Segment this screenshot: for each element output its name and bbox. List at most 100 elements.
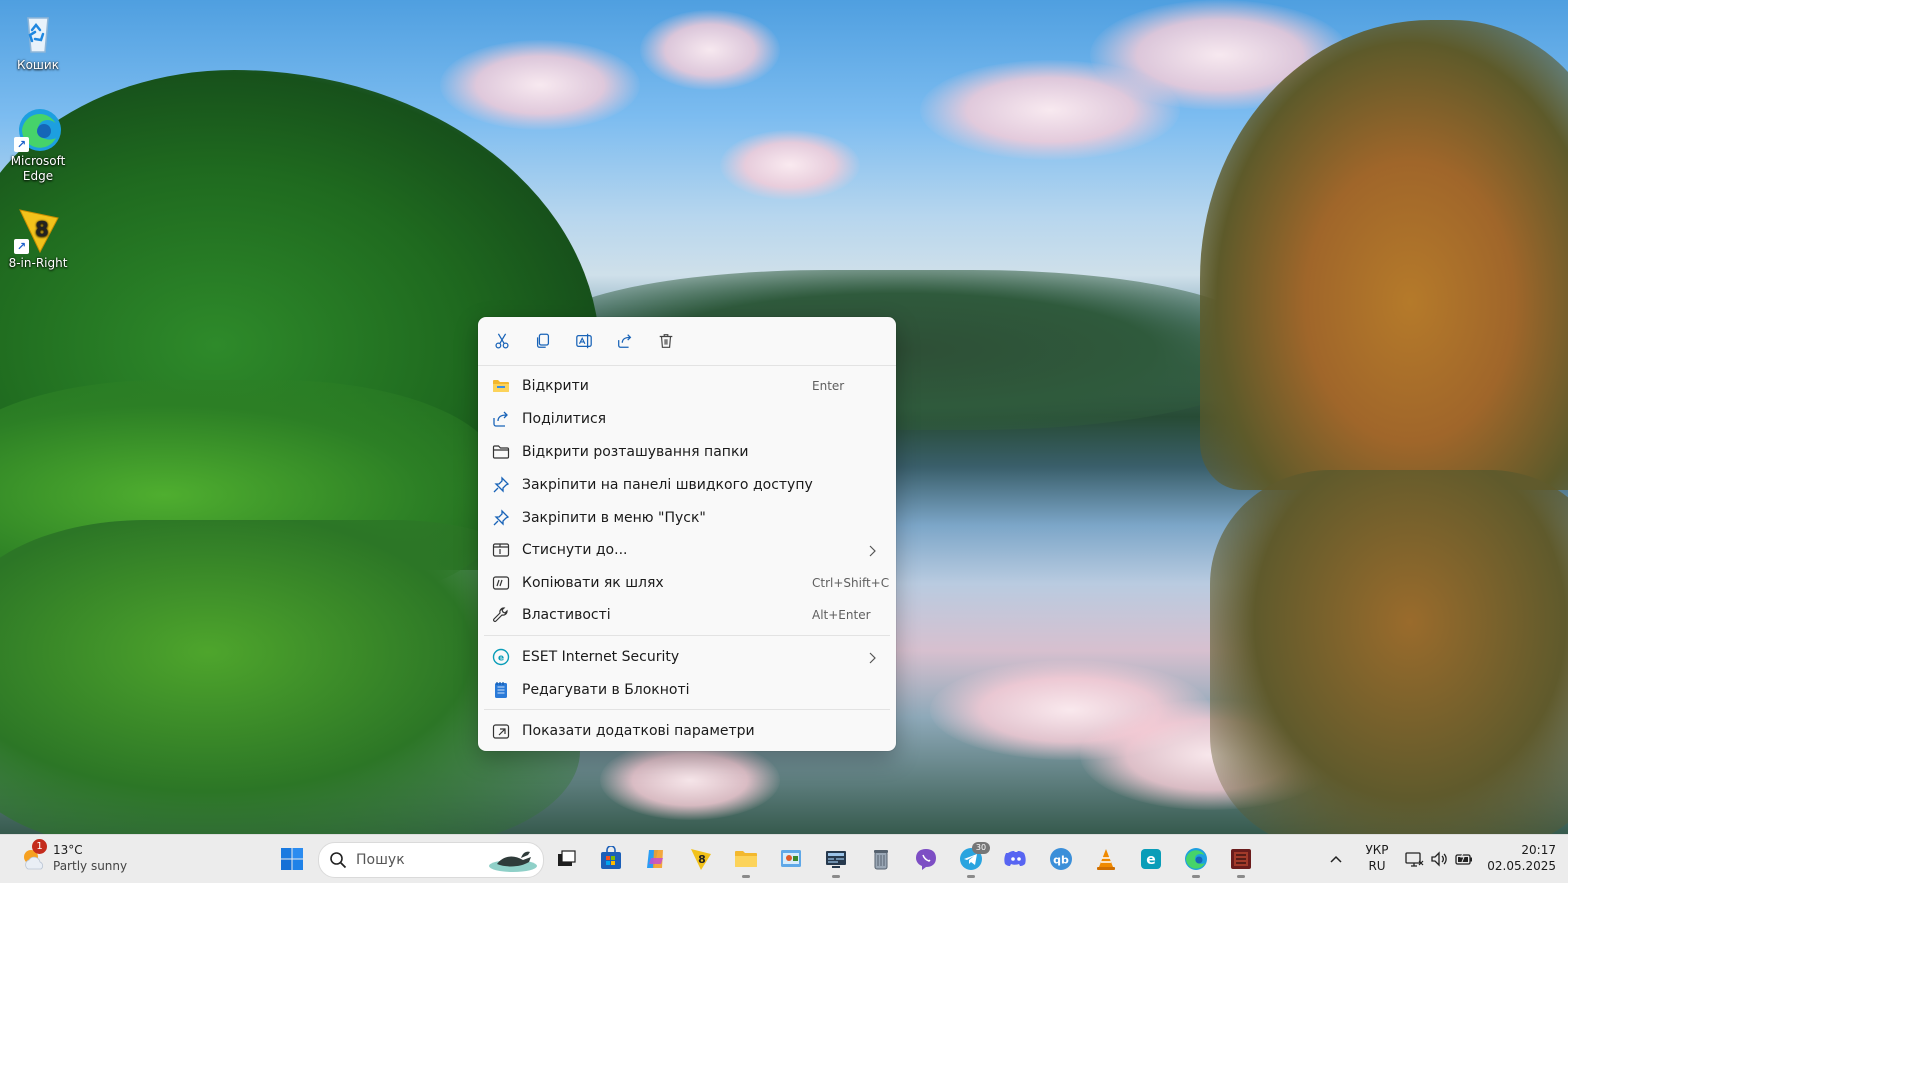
8-in-right-taskbar-button[interactable]: 8 xyxy=(681,839,721,879)
menu-item-open[interactable]: Відкрити Enter xyxy=(484,370,890,402)
folder-icon xyxy=(492,377,510,395)
menu-item-edit-notepad[interactable]: Редагувати в Блокноті xyxy=(484,674,890,706)
edge-icon: ↗ xyxy=(14,104,62,152)
svg-text:8: 8 xyxy=(698,853,706,866)
menu-item-open-folder-location[interactable]: Відкрити розташування папки xyxy=(484,436,890,468)
search-placeholder: Пошук xyxy=(356,852,405,868)
desktop-icon-edge[interactable]: ↗ Microsoft Edge xyxy=(0,104,76,184)
8-in-right-icon: 8 xyxy=(691,849,711,870)
copilot-button[interactable] xyxy=(636,839,676,879)
running-indicator xyxy=(1237,875,1245,878)
wallpaper-cloud xyxy=(640,10,780,90)
taskbar: 1 13°C Partly sunny Пошук 8 30 qb e УКР … xyxy=(0,834,1568,883)
menu-item-label: Закріпити на панелі швидкого доступу xyxy=(522,477,813,493)
menu-item-compress[interactable]: Стиснути до... xyxy=(484,534,890,566)
menu-item-eset[interactable]: e ESET Internet Security xyxy=(484,641,890,673)
svg-text:8: 8 xyxy=(35,217,49,241)
menu-item-label: Відкрити xyxy=(522,378,589,394)
vlc-cone-icon xyxy=(1097,849,1115,870)
weather-temperature: 13°C xyxy=(53,843,83,857)
telegram-button[interactable]: 30 xyxy=(951,839,991,879)
discord-icon xyxy=(1004,851,1026,866)
menu-item-label: ESET Internet Security xyxy=(522,649,680,665)
task-view-button[interactable] xyxy=(546,839,586,879)
menu-item-share[interactable]: Поділитися xyxy=(484,403,890,435)
control-panel-button[interactable] xyxy=(771,839,811,879)
copilot-icon xyxy=(647,850,663,868)
copy-path-icon xyxy=(492,574,510,592)
game-app-button[interactable] xyxy=(1221,839,1261,879)
scissors-icon xyxy=(495,333,509,349)
qbittorrent-button[interactable]: qb xyxy=(1041,839,1081,879)
running-indicator xyxy=(832,875,840,878)
recycle-bin-icon xyxy=(14,8,62,56)
vlc-button[interactable] xyxy=(1086,839,1126,879)
monitor-app-button[interactable] xyxy=(816,839,856,879)
desktop-icon-label: Microsoft Edge xyxy=(10,154,66,183)
monitor-icon xyxy=(826,851,846,868)
battery-icon[interactable] xyxy=(1454,849,1474,869)
chevron-up-icon xyxy=(1330,855,1342,863)
shortcut-arrow-icon: ↗ xyxy=(14,239,29,254)
edge-taskbar-button[interactable] xyxy=(1176,839,1216,879)
menu-item-show-more-options[interactable]: Показати додаткові параметри xyxy=(484,715,890,747)
shortcut-arrow-icon: ↗ xyxy=(14,137,29,152)
menu-item-shortcut: Alt+Enter xyxy=(812,608,871,622)
share-button[interactable] xyxy=(609,329,641,353)
bin-icon xyxy=(874,850,888,870)
trash-app-button[interactable] xyxy=(861,839,901,879)
network-icon[interactable] xyxy=(1404,849,1424,869)
menu-item-label: Властивості xyxy=(522,607,611,623)
game-app-icon xyxy=(1231,849,1251,869)
language-secondary: RU xyxy=(1368,859,1386,873)
share-icon xyxy=(492,410,510,428)
menu-item-label: Відкрити розташування папки xyxy=(522,444,749,460)
wallpaper-cloud-reflection xyxy=(600,740,780,820)
copy-button[interactable] xyxy=(527,329,559,353)
menu-item-shortcut: Ctrl+Shift+C xyxy=(812,576,890,590)
folder-outline-icon xyxy=(492,443,510,461)
desktop-icon-label: Кошик xyxy=(17,58,59,72)
cut-button[interactable] xyxy=(486,329,518,353)
desktop-icon-8-in-right[interactable]: 8 ↗ 8-in-Right xyxy=(0,206,76,271)
microsoft-store-button[interactable] xyxy=(591,839,631,879)
clock-date: 02.05.2025 xyxy=(1487,859,1556,873)
show-hidden-icons-button[interactable] xyxy=(1326,849,1346,869)
viber-icon xyxy=(916,849,936,870)
eset-taskbar-button[interactable]: e xyxy=(1131,839,1171,879)
menu-item-properties[interactable]: Властивості Alt+Enter xyxy=(484,599,890,631)
pin-icon xyxy=(492,476,510,494)
input-language-indicator[interactable]: УКР RU xyxy=(1362,842,1392,874)
windows-icon xyxy=(281,848,303,870)
file-explorer-button[interactable] xyxy=(726,839,766,879)
clock-time: 20:17 xyxy=(1521,843,1556,857)
svg-text:qb: qb xyxy=(1053,854,1069,867)
wallpaper-right-reflection xyxy=(1210,470,1568,834)
menu-separator xyxy=(484,635,890,636)
chevron-right-icon xyxy=(866,650,878,664)
delete-button[interactable] xyxy=(650,329,682,353)
menu-item-label: Копіювати як шлях xyxy=(522,575,664,591)
start-button[interactable] xyxy=(272,839,312,879)
telegram-unread-badge: 30 xyxy=(972,842,990,854)
running-indicator xyxy=(967,875,975,878)
volume-icon[interactable] xyxy=(1429,849,1449,869)
desktop-icon-label: 8-in-Right xyxy=(8,256,68,270)
rename-button[interactable] xyxy=(568,329,600,353)
discord-button[interactable] xyxy=(996,839,1036,879)
viber-button[interactable] xyxy=(906,839,946,879)
weather-widget[interactable]: 1 13°C Partly sunny xyxy=(20,839,160,877)
menu-item-pin-start[interactable]: Закріпити в меню "Пуск" xyxy=(484,502,890,534)
svg-text:e: e xyxy=(498,654,504,664)
running-indicator xyxy=(742,875,750,878)
desktop-icon-recycle-bin[interactable]: Кошик xyxy=(0,8,76,73)
search-highlight-icon xyxy=(487,846,539,874)
context-menu: Відкрити Enter Поділитися Відкрити розта… xyxy=(478,317,896,751)
control-panel-icon xyxy=(781,850,801,867)
menu-item-copy-as-path[interactable]: Копіювати як шлях Ctrl+Shift+C xyxy=(484,567,890,599)
qbittorrent-icon: qb xyxy=(1050,848,1072,870)
taskbar-search[interactable]: Пошук xyxy=(318,842,544,878)
system-clock[interactable]: 20:17 02.05.2025 xyxy=(1482,842,1556,874)
running-indicator xyxy=(1192,875,1200,878)
menu-item-pin-quick-access[interactable]: Закріпити на панелі швидкого доступу xyxy=(484,469,890,501)
